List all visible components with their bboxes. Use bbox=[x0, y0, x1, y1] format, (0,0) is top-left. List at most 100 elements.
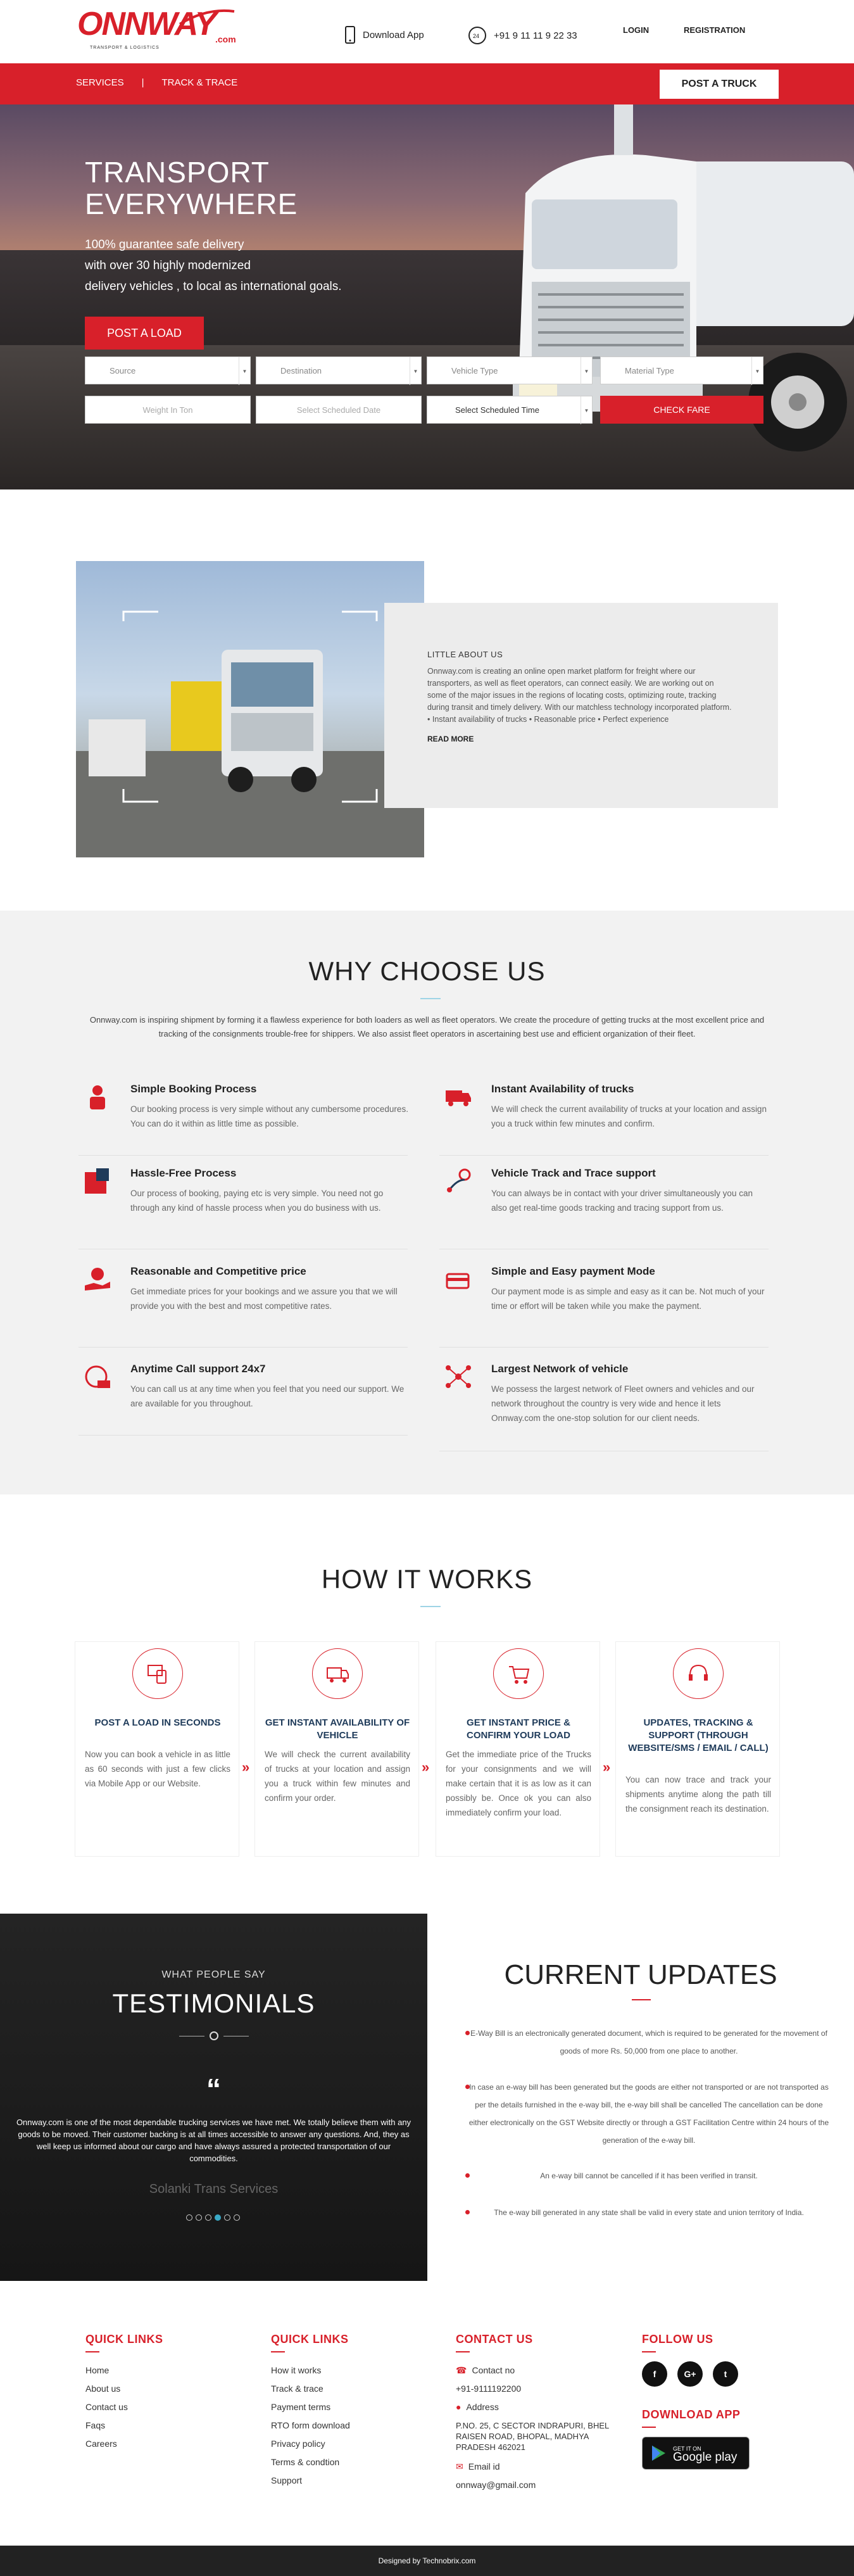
step-title: UPDATES, TRACKING & SUPPORT (THROUGH WEB… bbox=[628, 1717, 769, 1753]
step-text: We will check the current availability o… bbox=[265, 1750, 410, 1803]
carousel-dot[interactable] bbox=[205, 2214, 211, 2221]
vehicle-type-select[interactable]: Vehicle Type ▼ bbox=[427, 357, 593, 385]
update-text: E-Way Bill is an electronically generate… bbox=[470, 2029, 827, 2055]
feature-card: Instant Availability of trucks We will c… bbox=[439, 1083, 769, 1156]
hero-title-line1: TRANSPORT bbox=[85, 156, 270, 189]
footer-heading: CONTACT US bbox=[456, 2333, 533, 2346]
onnway-logo[interactable]: ONNWAY .com TRANSPORT & LOGISTICS bbox=[77, 8, 236, 56]
title-underline bbox=[420, 998, 441, 999]
material-type-select[interactable]: Material Type ▼ bbox=[600, 357, 763, 385]
footer-link-about[interactable]: About us bbox=[85, 2380, 163, 2398]
update-item: E-Way Bill is an electronically generate… bbox=[465, 2024, 832, 2060]
hero-title: TRANSPORT EVERYWHERE bbox=[85, 156, 298, 220]
footer-link-support[interactable]: Support bbox=[271, 2472, 350, 2490]
footer-link-contact[interactable]: Contact us bbox=[85, 2398, 163, 2416]
destination-value: Destination bbox=[280, 365, 322, 376]
post-truck-button[interactable]: POST A TRUCK bbox=[660, 70, 779, 99]
footer-link-rto[interactable]: RTO form download bbox=[271, 2416, 350, 2435]
step-arrow-icon: » bbox=[242, 1759, 250, 1775]
feature-card: Vehicle Track and Trace support You can … bbox=[439, 1167, 769, 1249]
check-fare-button[interactable]: CHECK FARE bbox=[600, 396, 763, 424]
feature-text: You can always be in contact with your d… bbox=[491, 1189, 753, 1213]
time-select[interactable]: Select Scheduled Time ▼ bbox=[427, 396, 593, 424]
footer-quick-links-1: QUICK LINKS Home About us Contact us Faq… bbox=[85, 2333, 163, 2453]
price-icon bbox=[85, 1268, 110, 1291]
site-header: ONNWAY .com TRANSPORT & LOGISTICS Downlo… bbox=[0, 0, 854, 63]
carousel-dot[interactable] bbox=[186, 2214, 192, 2221]
footer-link-how[interactable]: How it works bbox=[271, 2361, 350, 2380]
registration-label: REGISTRATION bbox=[684, 25, 746, 35]
track-trace-link[interactable]: TRACK & TRACE bbox=[162, 77, 238, 88]
twitter-icon[interactable]: t bbox=[713, 2361, 738, 2387]
chevron-down-icon: ▼ bbox=[581, 396, 592, 424]
login-link[interactable]: LOGIN bbox=[623, 25, 649, 35]
feature-text: Our booking process is very simple witho… bbox=[130, 1104, 408, 1128]
footer-follow: FOLLOW US f G+ t DOWNLOAD APP GET IT ON Go… bbox=[642, 2333, 781, 2470]
feature-card: Anytime Call support 24x7 You can call u… bbox=[78, 1363, 408, 1436]
footer-link-faqs[interactable]: Faqs bbox=[85, 2416, 163, 2435]
source-select[interactable]: Source ▼ bbox=[85, 357, 251, 385]
network-icon bbox=[446, 1365, 471, 1388]
mail-icon: ✉ bbox=[456, 2461, 463, 2472]
feature-card: Simple and Easy payment Mode Our payment… bbox=[439, 1265, 769, 1348]
hero-title-line2: EVERYWHERE bbox=[85, 187, 298, 220]
services-link[interactable]: SERVICES bbox=[76, 77, 124, 88]
feature-title: Largest Network of vehicle bbox=[491, 1363, 629, 1375]
payment-icon bbox=[446, 1273, 470, 1289]
bullet-icon bbox=[465, 2031, 470, 2035]
testimonials-title: TESTIMONIALS bbox=[112, 1988, 315, 2018]
call-24-icon: 24 bbox=[468, 27, 486, 44]
footer-contact: CONTACT US ☎ Contact no +91-9111192200 ● A… bbox=[456, 2333, 614, 2494]
booking-icon bbox=[90, 1085, 105, 1109]
hero-sub-line1: 100% guarantee safe delivery bbox=[85, 238, 244, 251]
carousel-dot-active[interactable] bbox=[215, 2214, 221, 2221]
carousel-dot[interactable] bbox=[196, 2214, 202, 2221]
step-card: UPDATES, TRACKING & SUPPORT (THROUGH WEB… bbox=[615, 1641, 780, 1857]
site-footer: QUICK LINKS Home About us Contact us Faq… bbox=[0, 2281, 854, 2546]
mobile-phone-icon bbox=[345, 26, 355, 44]
footer-link-home[interactable]: Home bbox=[85, 2361, 163, 2380]
feature-card: Reasonable and Competitive price Get imm… bbox=[78, 1265, 408, 1348]
truck-icon bbox=[446, 1090, 471, 1106]
feature-text: We possess the largest network of Fleet … bbox=[491, 1384, 755, 1423]
download-app-link[interactable]: Download App bbox=[344, 25, 424, 44]
footer-link-terms[interactable]: Terms & condtion bbox=[271, 2453, 350, 2472]
registration-link[interactable]: REGISTRATION bbox=[684, 25, 745, 35]
google-play-badge[interactable]: GET IT ON Google play bbox=[642, 2437, 750, 2470]
google-plus-icon[interactable]: G+ bbox=[677, 2361, 703, 2387]
how-title: HOW IT WORKS bbox=[321, 1564, 533, 1594]
destination-select[interactable]: Destination ▼ bbox=[256, 357, 422, 385]
hero-truck-image bbox=[513, 104, 854, 451]
hero-sub-line3: delivery vehicles , to local as internat… bbox=[85, 280, 342, 293]
puzzle-icon bbox=[85, 1168, 109, 1194]
footer-link-privacy[interactable]: Privacy policy bbox=[271, 2435, 350, 2453]
date-input[interactable]: Select Scheduled Date bbox=[256, 396, 422, 424]
read-more-link[interactable]: READ MORE bbox=[427, 735, 734, 743]
carousel-dot[interactable] bbox=[234, 2214, 240, 2221]
feature-text: You can call us at any time when you fee… bbox=[130, 1384, 405, 1408]
bullet-icon bbox=[465, 2173, 470, 2178]
phone-link[interactable]: 24 +91 9 11 11 9 22 33 bbox=[467, 25, 577, 46]
footer-heading: QUICK LINKS bbox=[85, 2333, 163, 2346]
availability-icon bbox=[327, 1667, 349, 1683]
update-item: The e-way bill generated in any state sh… bbox=[465, 2204, 832, 2221]
carousel-dot[interactable] bbox=[224, 2214, 230, 2221]
step-card: GET INSTANT PRICE & CONFIRM YOUR LOAD Ge… bbox=[436, 1641, 600, 1857]
contact-phone[interactable]: +91-9111192200 bbox=[456, 2380, 614, 2398]
footer-link-track[interactable]: Track & trace bbox=[271, 2380, 350, 2398]
footer-link-careers[interactable]: Careers bbox=[85, 2435, 163, 2453]
headset-icon bbox=[689, 1664, 708, 1681]
logo-domain: .com bbox=[215, 34, 236, 44]
step-text: Get the immediate price of the Trucks fo… bbox=[446, 1750, 591, 1817]
hero-sub-line2: with over 30 highly modernized bbox=[85, 259, 251, 272]
footer-link-payment[interactable]: Payment terms bbox=[271, 2398, 350, 2416]
chevron-down-icon: ▼ bbox=[410, 357, 421, 385]
time-value: Select Scheduled Time bbox=[455, 405, 539, 415]
contact-email[interactable]: onnway@gmail.com bbox=[456, 2476, 614, 2494]
feature-card: Hassle-Free Process Our process of booki… bbox=[78, 1167, 408, 1249]
feature-title: Reasonable and Competitive price bbox=[130, 1265, 306, 1277]
facebook-icon[interactable]: f bbox=[642, 2361, 667, 2387]
post-load-button[interactable]: POST A LOAD bbox=[85, 317, 204, 350]
weight-input[interactable]: Weight In Ton bbox=[85, 396, 251, 424]
update-text: In case an e-way bill has been generated… bbox=[468, 2083, 829, 2145]
